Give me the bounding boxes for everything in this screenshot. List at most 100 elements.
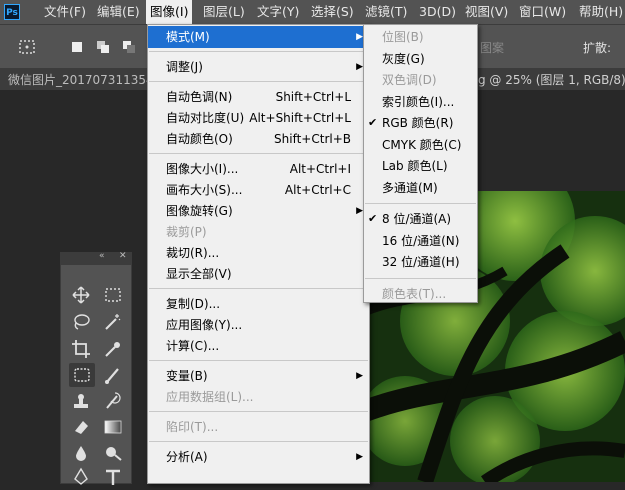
blur-tool-icon[interactable] [71, 443, 91, 463]
mode-submenu: 位图(B) 灰度(G) 双色调(D) 索引颜色(I)... ✔ RGB 颜色(R) CMYK… [363, 24, 478, 303]
menu-separator [149, 411, 368, 412]
type-tool-icon[interactable] [103, 467, 123, 487]
menu-item-label: 分析(A) [166, 450, 208, 464]
menu-view[interactable]: 视图(V) [465, 0, 508, 24]
new-selection-button[interactable] [70, 40, 84, 54]
menu-item-label: 显示全部(V) [166, 267, 232, 281]
collapse-icon[interactable]: « [99, 251, 105, 261]
subtract-selection-button[interactable] [122, 40, 136, 54]
mode-item-8bit[interactable]: ✔ 8 位/通道(A) [364, 208, 477, 230]
menu-separator [149, 51, 368, 52]
mode-item-multichannel[interactable]: 多通道(M) [364, 177, 477, 199]
menu-item-label: RGB 颜色(R) [382, 116, 454, 130]
image-menu-item-crop[interactable]: 裁剪(P) [148, 221, 369, 243]
image-menu-item-apply-data-set[interactable]: 应用数据组(L)... [148, 386, 369, 408]
menu-item-label: 颜色表(T)... [382, 286, 447, 301]
image-menu-item-trim[interactable]: 裁切(R)... [148, 242, 369, 264]
menu-item-label: Lab 颜色(L) [382, 159, 448, 173]
document-tab-title[interactable]: 微信图片_201707311354 [8, 71, 154, 88]
clone-stamp-icon[interactable] [71, 391, 91, 411]
crop-tool-icon[interactable] [71, 339, 91, 359]
menu-item-label: 变量(B) [166, 369, 208, 383]
menu-help[interactable]: 帮助(H) [579, 0, 623, 24]
image-menu-dropdown: 模式(M) ▶ 调整(J) ▶ 自动色调(N) Shift+Ctrl+L 自动对比度(U) A… [147, 24, 370, 484]
menu-item-label: 索引颜色(I)... [382, 94, 455, 109]
tools-panel-header[interactable]: « ✕ [61, 251, 131, 265]
image-menu-item-canvas-size[interactable]: 画布大小(S)... Alt+Ctrl+C [148, 179, 369, 201]
mode-item-cmyk[interactable]: CMYK 颜色(C) [364, 134, 477, 156]
magic-wand-icon[interactable] [103, 312, 123, 332]
mode-item-16bit[interactable]: 16 位/通道(N) [364, 230, 477, 252]
image-menu-item-apply-image[interactable]: 应用图像(Y)... [148, 314, 369, 336]
mode-item-grayscale[interactable]: 灰度(G) [364, 48, 477, 70]
history-brush-icon[interactable] [103, 391, 123, 411]
image-menu-item-image-size[interactable]: 图像大小(I)... Alt+Ctrl+I [148, 158, 369, 180]
mode-item-32bit[interactable]: 32 位/通道(H) [364, 251, 477, 273]
menu-3d[interactable]: 3D(D) [419, 0, 456, 24]
marquee-tool-icon[interactable] [103, 285, 123, 305]
menu-item-shortcut: Alt+Ctrl+C [284, 183, 351, 197]
menu-layer[interactable]: 图层(L) [203, 0, 245, 24]
dodge-tool-icon[interactable] [103, 443, 123, 463]
mode-item-color-table[interactable]: 颜色表(T)... [364, 283, 477, 305]
menu-separator [365, 277, 476, 279]
menu-item-label: CMYK 颜色(C) [382, 137, 462, 152]
image-menu-item-mode[interactable]: 模式(M) ▶ [148, 26, 369, 48]
menu-file[interactable]: 文件(F) [44, 0, 86, 24]
submenu-arrow-icon: ▶ [356, 452, 363, 462]
mode-item-bitmap[interactable]: 位图(B) [364, 26, 477, 48]
move-tool-icon[interactable] [71, 285, 91, 305]
menu-item-label: 模式(M) [166, 30, 210, 44]
menu-item-label: 裁切(R)... [166, 246, 220, 260]
menu-bar: Ps 文件(F) 编辑(E) 图像(I) 图层(L) 文字(Y) 选择(S) 滤镜(T) 3D… [0, 0, 625, 24]
mode-item-rgb[interactable]: ✔ RGB 颜色(R) [364, 112, 477, 134]
eraser-icon[interactable] [71, 417, 91, 437]
brush-tool-icon[interactable] [103, 365, 123, 385]
image-menu-item-auto-contrast[interactable]: 自动对比度(U) Alt+Shift+Ctrl+L [148, 107, 369, 129]
menu-select[interactable]: 选择(S) [311, 0, 354, 24]
mode-item-duotone[interactable]: 双色调(D) [364, 69, 477, 91]
close-panel-icon[interactable]: ✕ [119, 251, 127, 261]
menu-item-label: 计算(C)... [166, 339, 220, 353]
expand-label: 扩散: [583, 41, 612, 55]
photoshop-logo-icon: Ps [4, 4, 20, 20]
menu-filter[interactable]: 滤镜(T) [365, 0, 407, 24]
image-menu-item-calculations[interactable]: 计算(C)... [148, 335, 369, 357]
menu-item-shortcut: Shift+Ctrl+L [275, 90, 351, 104]
checkmark-icon: ✔ [368, 116, 378, 129]
menu-window[interactable]: 窗口(W) [519, 0, 566, 24]
image-menu-item-auto-tone[interactable]: 自动色调(N) Shift+Ctrl+L [148, 86, 369, 108]
image-menu-item-variables[interactable]: 变量(B) ▶ [148, 365, 369, 387]
image-menu-item-image-rotation[interactable]: 图像旋转(G) ▶ [148, 200, 369, 222]
gradient-icon[interactable] [103, 417, 123, 437]
eyedropper-icon[interactable] [103, 339, 123, 359]
menu-item-label: 图像旋转(G) [166, 204, 233, 218]
image-menu-item-analysis[interactable]: 分析(A) ▶ [148, 446, 369, 468]
menu-edit[interactable]: 编辑(E) [97, 0, 140, 24]
menu-separator [365, 203, 476, 204]
menu-item-label: 32 位/通道(H) [382, 255, 460, 269]
menu-item-shortcut: Alt+Shift+Ctrl+L [249, 111, 351, 125]
menu-separator [149, 441, 368, 442]
options-faded-text: 图案 [480, 41, 505, 55]
menu-item-label: 多通道(M) [382, 180, 438, 195]
mode-item-lab[interactable]: Lab 颜色(L) [364, 155, 477, 177]
submenu-arrow-icon: ▶ [356, 371, 363, 381]
patch-tool-icon[interactable] [69, 363, 95, 387]
menu-type[interactable]: 文字(Y) [257, 0, 299, 24]
menu-item-label: 自动色调(N) [166, 90, 233, 104]
image-menu-item-reveal-all[interactable]: 显示全部(V) [148, 263, 369, 285]
mode-item-indexed[interactable]: 索引颜色(I)... [364, 91, 477, 113]
image-menu-item-auto-color[interactable]: 自动颜色(O) Shift+Ctrl+B [148, 128, 369, 150]
image-menu-item-adjust[interactable]: 调整(J) ▶ [148, 56, 369, 78]
pen-tool-icon[interactable] [71, 467, 91, 487]
menu-item-label: 复制(D)... [166, 297, 221, 311]
menu-separator [149, 360, 368, 361]
marquee-options-icon[interactable] [18, 38, 36, 56]
add-selection-button[interactable] [96, 40, 110, 54]
document-tab-info[interactable]: g @ 25% (图层 1, RGB/8) * [478, 71, 625, 88]
lasso-tool-icon[interactable] [71, 312, 91, 332]
image-menu-item-trap[interactable]: 陷印(T)... [148, 416, 369, 438]
image-menu-item-duplicate[interactable]: 复制(D)... [148, 293, 369, 315]
menu-image[interactable]: 图像(I) [146, 0, 193, 24]
